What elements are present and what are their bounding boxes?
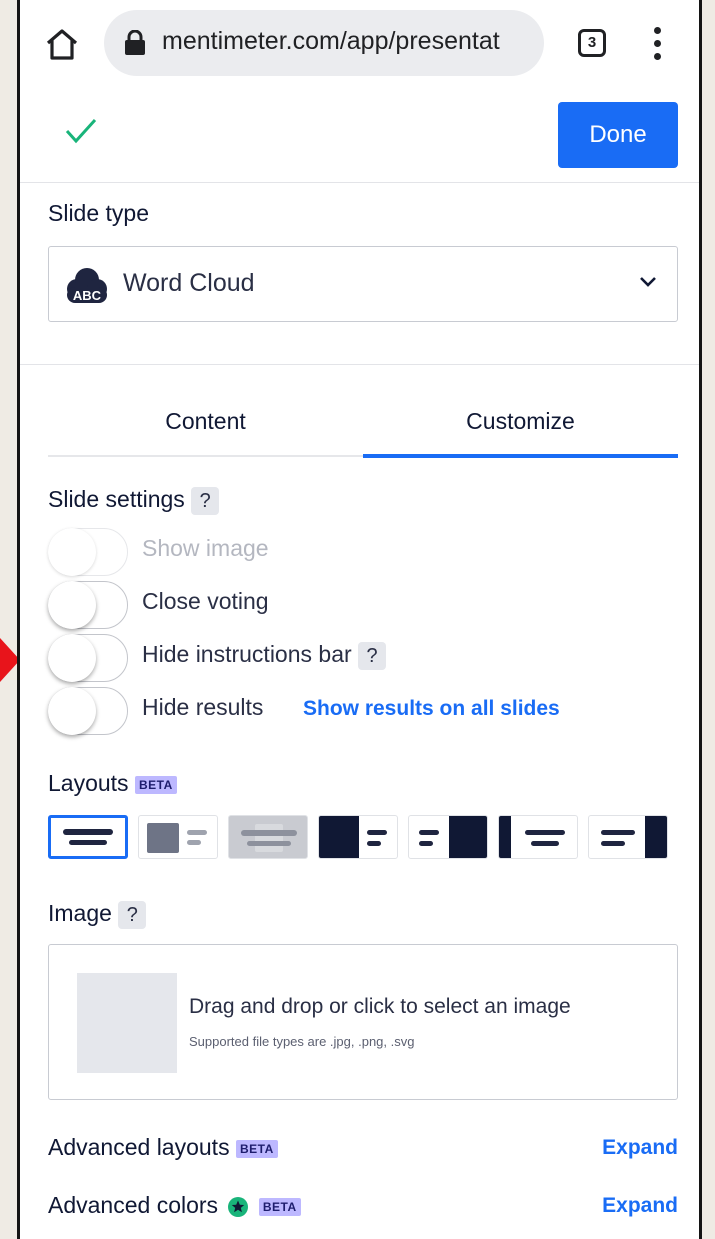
layouts-beta-badge: BETA: [134, 775, 177, 794]
tab-customize[interactable]: Customize: [363, 390, 678, 460]
layout-option-4[interactable]: [318, 815, 398, 859]
layouts-label: Layouts: [48, 770, 129, 796]
tab-underline: [48, 455, 363, 457]
hide-instructions-help-icon[interactable]: ?: [358, 641, 387, 670]
advanced-colors-title: Advanced colors BETA: [48, 1192, 301, 1219]
layout-option-3[interactable]: [228, 815, 308, 859]
header-divider: [20, 182, 699, 183]
slide-type-label: Slide type: [48, 200, 150, 226]
slide-settings-help-icon[interactable]: ?: [191, 486, 220, 515]
advanced-colors-label: Advanced colors: [48, 1192, 219, 1218]
toggle-row-hide-instructions: Hide instructions bar ?: [48, 634, 678, 684]
dropzone-instructions: Drag and drop or click to select an imag…: [189, 995, 571, 1018]
slide-settings-title: Slide settings ?: [48, 486, 220, 515]
tab-content[interactable]: Content: [48, 390, 363, 460]
hide-instructions-bar-label: Hide instructions bar ?: [142, 641, 387, 670]
close-voting-toggle[interactable]: [48, 581, 128, 629]
show-image-label: Show image: [142, 535, 269, 561]
show-image-toggle[interactable]: [48, 528, 128, 576]
chevron-down-icon: [640, 277, 656, 287]
word-cloud-icon: ABC: [67, 268, 107, 303]
hide-instructions-bar-toggle[interactable]: [48, 634, 128, 682]
layout-option-1[interactable]: [48, 815, 128, 859]
image-label: Image: [48, 900, 112, 926]
browser-toolbar: mentimeter.com/app/presentat 3: [20, 0, 699, 90]
slide-type-select[interactable]: ABC Word Cloud: [48, 246, 678, 322]
image-title: Image ?: [48, 900, 147, 929]
layout-option-6[interactable]: [498, 815, 578, 859]
toggle-row-close-voting: Close voting: [48, 581, 678, 631]
image-placeholder: [77, 973, 177, 1073]
advanced-colors-beta-badge: BETA: [258, 1197, 301, 1216]
browser-menu-icon[interactable]: [654, 27, 662, 61]
hide-results-label: Hide results: [142, 694, 264, 720]
advanced-colors-row: Advanced colors BETA Expand: [48, 1188, 678, 1228]
layouts-title: Layouts BETA: [48, 770, 177, 797]
section-divider: [20, 364, 699, 365]
advanced-layouts-title: Advanced layouts BETA: [48, 1134, 278, 1161]
slide-type-value: Word Cloud: [123, 269, 255, 297]
hide-results-toggle[interactable]: [48, 687, 128, 735]
tab-active-indicator: [363, 454, 678, 458]
done-button[interactable]: Done: [558, 102, 678, 168]
slide-settings-label: Slide settings: [48, 486, 185, 512]
address-bar[interactable]: mentimeter.com/app/presentat: [104, 10, 544, 76]
check-icon: [65, 118, 97, 144]
phone-screen: mentimeter.com/app/presentat 3 Done Slid…: [17, 0, 702, 1239]
tab-switcher-button[interactable]: 3: [578, 29, 606, 57]
image-help-icon[interactable]: ?: [118, 900, 147, 929]
home-icon[interactable]: [44, 26, 80, 62]
hide-instructions-bar-text: Hide instructions bar: [142, 641, 352, 667]
image-dropzone[interactable]: Drag and drop or click to select an imag…: [48, 944, 678, 1100]
advanced-colors-expand-link[interactable]: Expand: [602, 1194, 678, 1218]
star-badge-icon: [228, 1196, 249, 1217]
layout-option-7[interactable]: [588, 815, 668, 859]
toggle-row-show-image: Show image: [48, 528, 678, 578]
layout-option-2[interactable]: [138, 815, 218, 859]
layout-option-5[interactable]: [408, 815, 488, 859]
word-cloud-icon-text: ABC: [73, 288, 102, 303]
url-text: mentimeter.com/app/presentat: [162, 27, 500, 55]
lock-icon: [125, 30, 145, 55]
advanced-layouts-beta-badge: BETA: [235, 1139, 278, 1158]
show-results-all-slides-link[interactable]: Show results on all slides: [303, 697, 560, 721]
advanced-layouts-label: Advanced layouts: [48, 1134, 230, 1160]
advanced-layouts-row: Advanced layouts BETA Expand: [48, 1130, 678, 1170]
toggle-row-hide-results: Hide results Show results on all slides: [48, 687, 678, 737]
close-voting-label: Close voting: [142, 588, 269, 614]
dropzone-supported-types: Supported file types are .jpg, .png, .sv…: [189, 1034, 415, 1049]
advanced-layouts-expand-link[interactable]: Expand: [602, 1136, 678, 1160]
